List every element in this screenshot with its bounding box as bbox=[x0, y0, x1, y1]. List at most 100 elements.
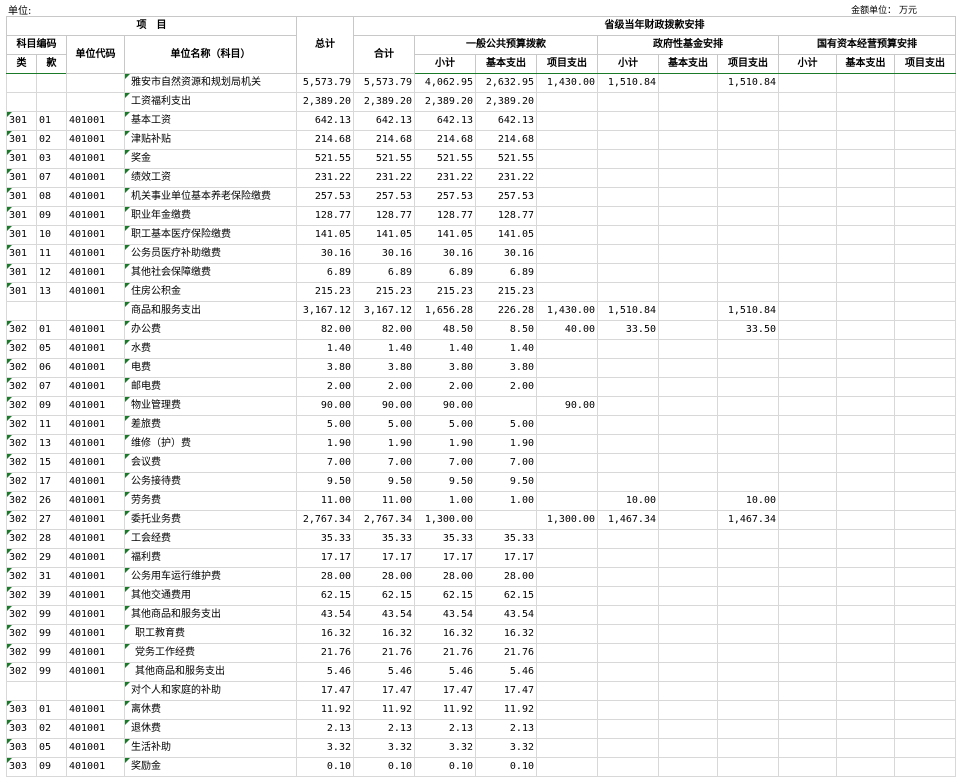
cell-amount[interactable]: 214.68 bbox=[353, 130, 415, 150]
cell-amount[interactable] bbox=[658, 225, 718, 245]
cell-amount[interactable] bbox=[894, 529, 956, 549]
cell-class[interactable]: 302 bbox=[6, 510, 37, 530]
cell-unit-name[interactable]: 津贴补贴 bbox=[124, 130, 297, 150]
cell-amount[interactable]: 35.33 bbox=[296, 529, 354, 549]
cell-amount[interactable]: 82.00 bbox=[353, 320, 415, 340]
cell-amount[interactable] bbox=[658, 719, 718, 739]
cell-amount[interactable]: 642.13 bbox=[296, 111, 354, 131]
cell-unit-code[interactable]: 401001 bbox=[66, 168, 125, 188]
cell-amount[interactable] bbox=[894, 548, 956, 568]
cell-amount[interactable] bbox=[894, 396, 956, 416]
cell-amount[interactable]: 28.00 bbox=[414, 567, 476, 587]
cell-amount[interactable] bbox=[717, 472, 779, 492]
cell-amount[interactable]: 2,389.20 bbox=[353, 92, 415, 112]
cell-amount[interactable] bbox=[658, 700, 718, 720]
cell-amount[interactable] bbox=[778, 605, 837, 625]
cell-amount[interactable] bbox=[658, 130, 718, 150]
cell-amount[interactable]: 231.22 bbox=[296, 168, 354, 188]
cell-amount[interactable] bbox=[778, 263, 837, 283]
cell-amount[interactable] bbox=[836, 434, 895, 454]
cell-amount[interactable] bbox=[717, 339, 779, 359]
cell-class[interactable]: 302 bbox=[6, 548, 37, 568]
cell-amount[interactable]: 257.53 bbox=[475, 187, 537, 207]
cell-amount[interactable]: 1,510.84 bbox=[717, 73, 779, 93]
cell-item[interactable]: 99 bbox=[36, 605, 67, 625]
cell-unit-name[interactable]: 党务工作经费 bbox=[124, 643, 297, 663]
cell-amount[interactable]: 128.77 bbox=[475, 206, 537, 226]
cell-amount[interactable]: 30.16 bbox=[475, 244, 537, 264]
cell-amount[interactable] bbox=[836, 719, 895, 739]
cell-amount[interactable]: 128.77 bbox=[414, 206, 476, 226]
cell-unit-name[interactable]: 办公费 bbox=[124, 320, 297, 340]
cell-amount[interactable]: 40.00 bbox=[536, 320, 598, 340]
cell-unit-code[interactable]: 401001 bbox=[66, 529, 125, 549]
cell-amount[interactable]: 2.00 bbox=[414, 377, 476, 397]
cell-amount[interactable] bbox=[658, 149, 718, 169]
cell-amount[interactable] bbox=[597, 738, 659, 758]
cell-amount[interactable] bbox=[536, 491, 598, 511]
cell-class[interactable]: 302 bbox=[6, 529, 37, 549]
cell-amount[interactable]: 62.15 bbox=[353, 586, 415, 606]
cell-amount[interactable] bbox=[778, 491, 837, 511]
cell-amount[interactable]: 11.92 bbox=[414, 700, 476, 720]
cell-amount[interactable]: 11.92 bbox=[475, 700, 537, 720]
cell-amount[interactable]: 17.47 bbox=[353, 681, 415, 701]
cell-item[interactable]: 07 bbox=[36, 377, 67, 397]
cell-item[interactable]: 11 bbox=[36, 244, 67, 264]
cell-amount[interactable] bbox=[894, 719, 956, 739]
cell-amount[interactable] bbox=[778, 225, 837, 245]
cell-amount[interactable] bbox=[597, 225, 659, 245]
cell-class[interactable]: 302 bbox=[6, 415, 37, 435]
cell-amount[interactable] bbox=[836, 624, 895, 644]
cell-item[interactable]: 39 bbox=[36, 586, 67, 606]
cell-amount[interactable] bbox=[836, 586, 895, 606]
cell-amount[interactable]: 214.68 bbox=[475, 130, 537, 150]
cell-amount[interactable] bbox=[836, 168, 895, 188]
cell-amount[interactable]: 1,430.00 bbox=[536, 301, 598, 321]
cell-amount[interactable]: 231.22 bbox=[475, 168, 537, 188]
cell-amount[interactable] bbox=[597, 168, 659, 188]
cell-amount[interactable]: 1.00 bbox=[475, 491, 537, 511]
table-row[interactable]: 301 08 401001 机关事业单位基本养老保险缴费 257.53 257.53 257… bbox=[6, 187, 956, 207]
cell-amount[interactable]: 30.16 bbox=[296, 244, 354, 264]
cell-class[interactable]: 301 bbox=[6, 149, 37, 169]
cell-unit-name[interactable]: 其他交通费用 bbox=[124, 586, 297, 606]
cell-amount[interactable] bbox=[778, 301, 837, 321]
cell-unit-name[interactable]: 商品和服务支出 bbox=[124, 301, 297, 321]
cell-unit-name[interactable]: 其他商品和服务支出 bbox=[124, 605, 297, 625]
cell-unit-name[interactable]: 离休费 bbox=[124, 700, 297, 720]
cell-amount[interactable] bbox=[536, 472, 598, 492]
cell-item[interactable] bbox=[36, 681, 67, 701]
cell-amount[interactable] bbox=[894, 662, 956, 682]
cell-amount[interactable]: 21.76 bbox=[296, 643, 354, 663]
cell-class[interactable] bbox=[6, 73, 37, 93]
cell-amount[interactable] bbox=[894, 567, 956, 587]
cell-amount[interactable] bbox=[894, 92, 956, 112]
cell-amount[interactable] bbox=[894, 282, 956, 302]
cell-amount[interactable]: 2.13 bbox=[353, 719, 415, 739]
cell-unit-code[interactable]: 401001 bbox=[66, 225, 125, 245]
cell-amount[interactable] bbox=[597, 244, 659, 264]
cell-amount[interactable]: 2,389.20 bbox=[475, 92, 537, 112]
table-row[interactable]: 301 02 401001 津贴补贴 214.68 214.68 214.68 214.68 bbox=[6, 130, 956, 150]
cell-class[interactable]: 302 bbox=[6, 643, 37, 663]
cell-amount[interactable] bbox=[778, 681, 837, 701]
cell-amount[interactable] bbox=[778, 339, 837, 359]
cell-amount[interactable] bbox=[658, 396, 718, 416]
cell-amount[interactable] bbox=[536, 339, 598, 359]
cell-unit-code[interactable]: 401001 bbox=[66, 643, 125, 663]
table-row[interactable]: 303 01 401001 离休费 11.92 11.92 11.92 11.92 bbox=[6, 700, 956, 720]
cell-amount[interactable] bbox=[836, 73, 895, 93]
cell-amount[interactable] bbox=[717, 700, 779, 720]
cell-amount[interactable] bbox=[658, 624, 718, 644]
cell-item[interactable]: 13 bbox=[36, 434, 67, 454]
cell-item[interactable] bbox=[36, 301, 67, 321]
cell-unit-code[interactable]: 401001 bbox=[66, 244, 125, 264]
cell-amount[interactable]: 17.17 bbox=[414, 548, 476, 568]
cell-amount[interactable] bbox=[536, 453, 598, 473]
cell-amount[interactable] bbox=[597, 548, 659, 568]
cell-item[interactable] bbox=[36, 92, 67, 112]
cell-amount[interactable] bbox=[778, 358, 837, 378]
cell-amount[interactable] bbox=[836, 111, 895, 131]
cell-class[interactable]: 301 bbox=[6, 263, 37, 283]
